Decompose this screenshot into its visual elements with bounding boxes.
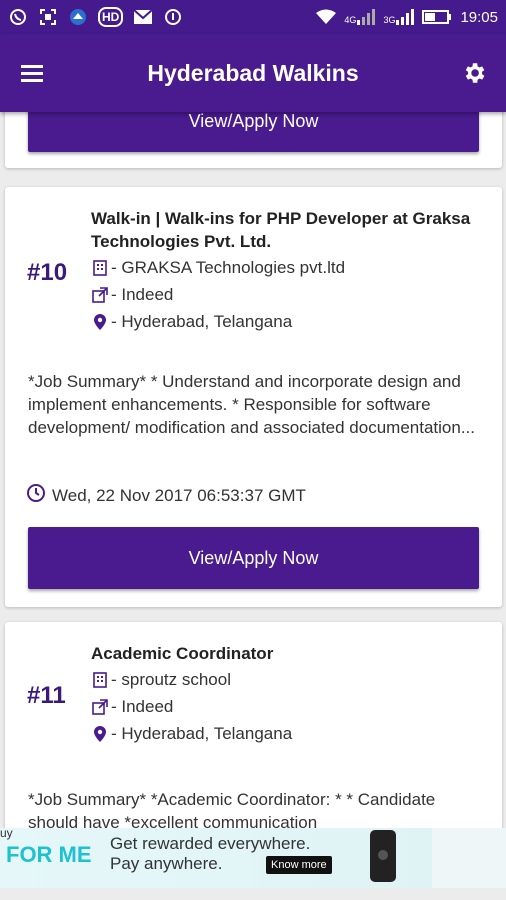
app-bar: Hyderabad Walkins [0,34,506,112]
building-icon [91,671,109,689]
cloud-icon [68,7,88,27]
ad-brand: FOR ME [6,842,92,867]
network-type-label: 3G [383,15,396,25]
job-card: View/Apply Now [5,112,502,168]
job-card: #11 Academic Coordinator - sproutz schoo… [5,622,502,828]
job-list[interactable]: View/Apply Now #10 Walk-in | Walk-ins fo… [0,112,506,828]
job-source: - Indeed [111,285,174,304]
job-summary: *Job Summary* *Academic Coordinator: * *… [28,790,436,828]
clock-icon [26,483,46,508]
company-name: - sproutz school [111,670,231,689]
phone-icon [370,830,396,882]
job-date: Wed, 22 Nov 2017 06:53:37 GMT [52,485,306,505]
job-card: #10 Walk-in | Walk-ins for PHP Developer… [5,187,502,607]
job-source: - Indeed [111,697,174,716]
location-pin-icon [91,725,109,743]
job-summary: *Job Summary* * Understand and incorpora… [28,372,475,437]
job-location: - Hyderabad, Telangana [111,312,293,331]
external-link-icon [91,286,109,304]
scan-icon [38,7,58,27]
ad-line1: Get rewarded everywhere. [110,834,311,853]
view-apply-button[interactable]: View/Apply Now [28,112,479,152]
job-title[interactable]: Academic Coordinator [91,642,486,665]
battery-icon [422,7,452,27]
job-location: - Hyderabad, Telangana [111,724,293,743]
network-type-label: 4G [344,15,357,25]
whatsapp-icon [8,7,28,27]
status-time: 19:05 [460,8,498,26]
ad-banner[interactable]: uy FOR ME Get rewarded everywhere. Pay a… [0,828,506,888]
building-icon [91,259,109,277]
signal-3g-icon: 3G [383,9,415,25]
signal-4g-icon: 4G [344,9,376,25]
hd-icon: HD [98,7,124,27]
menu-icon[interactable] [0,34,64,112]
wifi-icon [316,7,337,27]
ad-cta-button[interactable]: Know more [266,856,332,874]
company-name: - GRAKSA Technologies pvt.ltd [111,258,346,277]
ad-creative: uy FOR ME Get rewarded everywhere. Pay a… [0,828,432,888]
job-title[interactable]: Walk-in | Walk-ins for PHP Developer at … [91,207,486,253]
job-number: #10 [27,259,68,286]
view-apply-button[interactable]: View/Apply Now [28,527,479,589]
gear-icon[interactable] [442,34,506,112]
location-pin-icon [91,313,109,331]
info-icon [163,7,183,27]
app-title: Hyderabad Walkins [147,59,359,86]
status-bar: HD 4G 3G 19:05 [0,0,506,34]
external-link-icon [91,698,109,716]
ad-prefix-text: uy [0,828,13,840]
job-number: #11 [27,682,66,709]
mail-icon [133,7,154,27]
